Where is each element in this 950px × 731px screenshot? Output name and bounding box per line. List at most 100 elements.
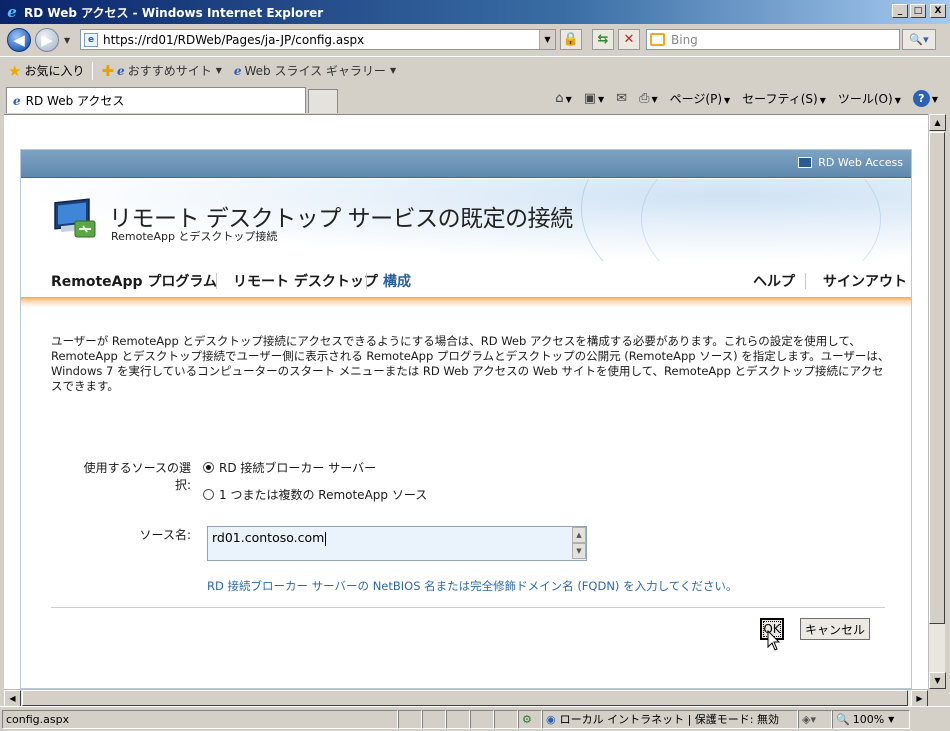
source-name-input[interactable]: rd01.contoso.com — [207, 526, 587, 561]
radio-broker-server[interactable]: RD 接続ブローカー サーバー — [203, 459, 376, 476]
scroll-right-icon[interactable]: ▶ — [911, 690, 928, 707]
protected-mode-icon: ⚙ — [522, 712, 532, 726]
shield-icon: ◈▾ — [802, 712, 816, 726]
magnifier-icon: 🔍▾ — [909, 33, 929, 46]
status-cell — [422, 709, 446, 729]
nav-help[interactable]: ヘルプ — [753, 271, 795, 291]
page-viewport: RD Web Access リモート デスクトップ サービスの既定の接続 Rem… — [4, 114, 928, 689]
stop-button[interactable]: ✕ — [618, 29, 640, 50]
horizontal-scroll-thumb[interactable] — [22, 690, 908, 706]
favorites-star-icon: ★ — [8, 61, 22, 80]
tools-menu[interactable]: ツール(O) ▼ — [838, 90, 901, 107]
nav-remoteapp-programs[interactable]: RemoteApp プログラム — [51, 271, 217, 291]
tab-rd-web-access[interactable]: e RD Web アクセス — [6, 87, 306, 113]
scroll-down-icon[interactable]: ▼ — [572, 543, 586, 559]
help-icon: ? — [912, 90, 930, 107]
add-favorite-icon[interactable]: ✚ — [101, 62, 114, 80]
security-zone-label: ローカル イントラネット | 保護モード: 無効 — [559, 713, 780, 726]
favorites-bar: ★ お気に入り ✚ e おすすめサイト ▼ e Web スライス ギャラリー ▼ — [0, 56, 950, 84]
close-window-button[interactable]: X — [930, 4, 946, 18]
help-menu[interactable]: ? ▼ — [912, 90, 938, 107]
lock-icon: 🔒 — [562, 32, 580, 47]
mail-icon: ✉ — [616, 91, 628, 106]
suggested-sites-link[interactable]: e おすすめサイト ▼ — [117, 62, 222, 79]
web-slice-gallery-link[interactable]: e Web スライス ギャラリー ▼ — [234, 62, 396, 79]
recent-pages-dropdown[interactable]: ▼ — [64, 36, 70, 45]
ie-page-icon: e — [233, 63, 242, 78]
status-bar: config.aspx ⚙ ◉ ローカル イントラネット | 保護モード: 無効… — [0, 706, 950, 731]
window-title: RD Web アクセス - Windows Internet Explorer — [24, 5, 324, 20]
radio-broker-label: RD 接続ブローカー サーバー — [219, 461, 377, 475]
web-slice-gallery-label: Web スライス ギャラリー — [244, 64, 386, 78]
home-button[interactable]: ⌂ ▼ — [555, 91, 571, 106]
tab-bar: e RD Web アクセス ⌂ ▼ ▣ ▼ ✉ ⎙ ▼ ページ(P) ▼ セーフティ(S… — [0, 84, 950, 114]
address-bar[interactable]: e https://rd01/RDWeb/Pages/ja-JP/config.… — [80, 29, 556, 50]
scroll-down-icon[interactable]: ▼ — [929, 672, 946, 689]
address-dropdown-icon[interactable]: ▼ — [539, 30, 555, 49]
refresh-button[interactable]: ⇆ — [592, 29, 614, 50]
favorites-separator — [92, 61, 94, 80]
page-icon: e — [84, 32, 98, 47]
status-cell — [470, 709, 494, 729]
scroll-up-icon[interactable]: ▲ — [572, 527, 586, 543]
security-zone[interactable]: ◉ ローカル イントラネット | 保護モード: 無効 — [542, 709, 798, 729]
mouse-pointer-icon — [767, 630, 781, 651]
nav-separator — [805, 273, 806, 289]
vertical-scrollbar[interactable]: ▲ ▼ — [928, 114, 946, 689]
back-arrow-icon: ◀ — [13, 31, 25, 49]
rdweb-brand: RD Web Access — [798, 156, 903, 169]
minimize-button[interactable]: _ — [892, 4, 908, 18]
rdweb-brand-label: RD Web Access — [818, 156, 903, 169]
intranet-zone-icon: ◉ — [546, 712, 556, 726]
vertical-scroll-thumb[interactable] — [929, 132, 945, 624]
radio-button-checked[interactable] — [203, 462, 214, 473]
favorites-button[interactable]: お気に入り — [24, 62, 84, 79]
popup-settings[interactable]: ◈▾ — [798, 709, 832, 729]
forward-button[interactable]: ▶ — [35, 28, 59, 52]
protected-mode-cell[interactable]: ⚙ — [518, 709, 542, 729]
rss-icon: ▣ — [583, 91, 597, 106]
page-menu-label: ページ(P) — [669, 92, 723, 106]
back-button[interactable]: ◀ — [7, 28, 31, 52]
ie-page-icon: e — [13, 93, 21, 108]
nav-underline-bar — [21, 297, 911, 307]
search-button[interactable]: 🔍▾ — [902, 29, 936, 50]
lock-button[interactable]: 🔒 — [560, 29, 582, 50]
cancel-button[interactable]: キャンセル — [800, 618, 870, 640]
radio-button-unchecked[interactable] — [203, 489, 214, 500]
window-titlebar[interactable]: e RD Web アクセス - Windows Internet Explore… — [0, 0, 950, 24]
new-tab-button[interactable] — [308, 89, 338, 113]
window-controls: _ □ X — [892, 4, 946, 18]
ie-logo-icon: e — [7, 3, 17, 21]
search-field[interactable]: Bing — [646, 29, 900, 50]
nav-separator — [366, 273, 367, 289]
suggested-sites-label: おすすめサイト — [127, 64, 212, 78]
scrollbar-corner — [928, 689, 945, 706]
page-menu[interactable]: ページ(P) ▼ — [670, 90, 731, 107]
status-cell — [398, 709, 422, 729]
address-input[interactable]: https://rd01/RDWeb/Pages/ja-JP/config.as… — [103, 33, 364, 47]
status-cell — [446, 709, 470, 729]
form-divider — [51, 607, 885, 608]
mail-button[interactable]: ✉ — [616, 91, 627, 106]
feeds-button[interactable]: ▣ ▼ — [584, 91, 604, 106]
home-icon: ⌂ — [555, 91, 564, 106]
scroll-up-icon[interactable]: ▲ — [929, 114, 946, 131]
safety-menu[interactable]: セーフティ(S) ▼ — [742, 90, 826, 107]
scroll-left-icon[interactable]: ◀ — [4, 690, 21, 707]
nav-remote-desktop[interactable]: リモート デスクトップ — [233, 271, 378, 291]
safety-menu-label: セーフティ(S) — [742, 92, 818, 106]
status-url: config.aspx — [2, 709, 398, 729]
rdweb-container: RD Web Access リモート デスクトップ サービスの既定の接続 Rem… — [20, 149, 912, 689]
remote-desktop-logo-icon — [54, 198, 96, 238]
nav-configuration[interactable]: 構成 — [383, 271, 411, 291]
radio-sources-label: 1 つまたは複数の RemoteApp ソース — [219, 488, 428, 502]
zoom-control[interactable]: 🔍 100% ▼ — [832, 709, 910, 729]
print-button[interactable]: ⎙ ▼ — [639, 91, 658, 106]
horizontal-scrollbar[interactable]: ◀ ▶ — [4, 689, 928, 707]
maximize-button[interactable]: □ — [910, 4, 926, 18]
nav-sign-out[interactable]: サインアウト — [823, 271, 907, 291]
source-name-scroller[interactable]: ▲ ▼ — [572, 527, 586, 560]
radio-remoteapp-sources[interactable]: 1 つまたは複数の RemoteApp ソース — [203, 486, 427, 503]
command-bar: ⌂ ▼ ▣ ▼ ✉ ⎙ ▼ ページ(P) ▼ セーフティ(S) ▼ ツール(O) ▼ ? ▼ — [555, 90, 938, 107]
